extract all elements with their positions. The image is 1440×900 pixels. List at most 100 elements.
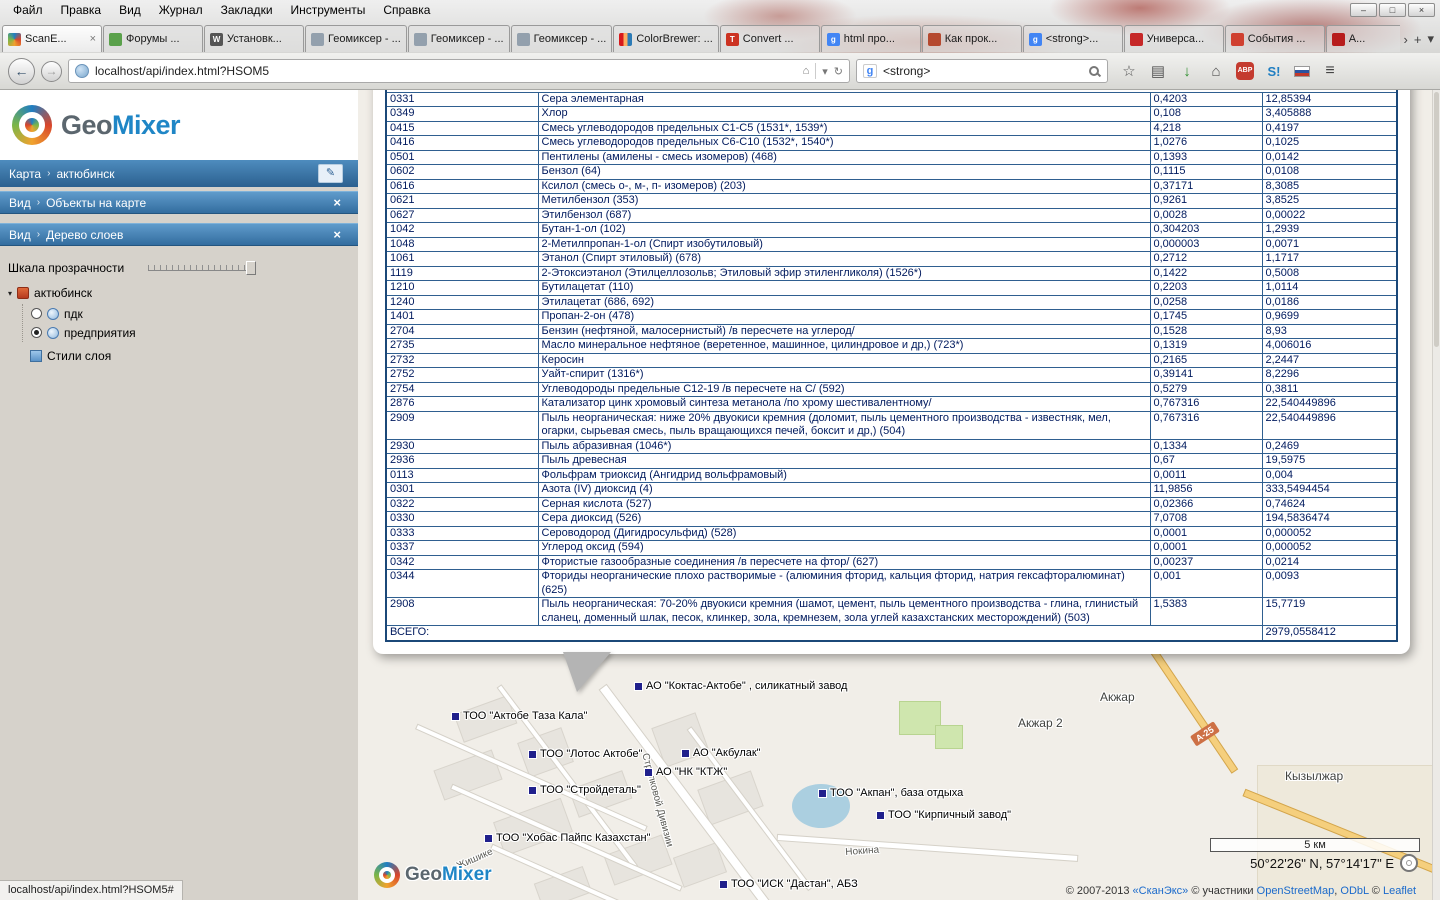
search-engine-icon[interactable]: g xyxy=(863,64,877,78)
maximize-button[interactable]: □ xyxy=(1379,3,1406,17)
enterprise-marker-icon[interactable] xyxy=(635,683,642,690)
enterprise-marker-icon[interactable] xyxy=(452,713,459,720)
tab[interactable]: ScanE... × xyxy=(2,25,102,52)
reload-icon[interactable]: ↻ xyxy=(834,65,843,78)
tab[interactable]: Геомиксер - ... × xyxy=(305,25,407,52)
site-identity-icon[interactable] xyxy=(75,64,89,78)
tab[interactable]: ColorBrewer: ... × xyxy=(613,25,718,52)
v-scrollbar[interactable] xyxy=(1432,90,1440,900)
search-icon[interactable] xyxy=(1088,65,1101,78)
enterprise-label[interactable]: АО "НК "КТЖ" xyxy=(645,766,727,778)
close-button[interactable]: × xyxy=(1408,3,1435,17)
attribution-part[interactable]: OpenStreetMap xyxy=(1257,885,1335,897)
back-button[interactable]: ← xyxy=(8,58,35,85)
home-icon[interactable]: ⌂ xyxy=(1207,63,1225,80)
enterprise-label[interactable]: ТОО "Актобе Таза Кала" xyxy=(452,710,587,722)
enterprise-marker-icon[interactable] xyxy=(877,812,884,819)
tree-root-label[interactable]: актюбинск xyxy=(34,286,92,300)
tab[interactable]: Форумы ... × xyxy=(103,25,203,52)
attribution-part[interactable]: Leaflet xyxy=(1383,885,1416,897)
panel-close-icon[interactable]: × xyxy=(333,227,341,242)
breadcrumb-map-bar[interactable]: Карта › актюбинск ✎ xyxy=(0,160,358,187)
tree-styles-label[interactable]: Стили слоя xyxy=(47,349,111,363)
code-cell: 2909 xyxy=(386,411,538,439)
radio-button[interactable] xyxy=(31,308,42,319)
menu-item[interactable]: Файл xyxy=(4,1,52,19)
table-row: 2754 Углеводороды предельные С12-19 /в п… xyxy=(386,382,1397,397)
minimize-button[interactable]: – xyxy=(1350,3,1377,17)
enterprise-marker-icon[interactable] xyxy=(682,750,689,757)
enterprise-label[interactable]: ТОО "Кирпичный завод" xyxy=(877,809,1011,821)
list-all-tabs-icon[interactable]: ▾ xyxy=(1427,31,1434,47)
tree-layer-item[interactable]: предприятия xyxy=(31,323,358,342)
bookmark-star-icon[interactable]: ☆ xyxy=(1120,62,1138,80)
tree-expander-icon[interactable]: ▾ xyxy=(8,289,12,298)
opacity-slider[interactable] xyxy=(148,260,256,276)
tab[interactable]: А... × xyxy=(1326,25,1400,52)
enterprise-marker-icon[interactable] xyxy=(720,881,727,888)
enterprise-label[interactable]: ТОО "Акпан", база отдыха xyxy=(819,787,963,799)
menu-item[interactable]: Журнал xyxy=(150,1,212,19)
menu-item[interactable]: Вид xyxy=(110,1,150,19)
enterprise-label[interactable]: АО "Акбулак" xyxy=(682,747,761,759)
downloads-icon[interactable]: ↓ xyxy=(1178,63,1196,80)
enterprise-label-text: ТОО "Актобе Таза Кала" xyxy=(463,710,587,722)
panel-header-layers[interactable]: Вид › Дерево слоев × xyxy=(0,223,358,246)
tab[interactable]: Геомиксер - ... × xyxy=(511,25,613,52)
enterprise-label[interactable]: ТОО "Стройдеталь" xyxy=(529,784,641,796)
url-bar[interactable]: localhost/api/index.html?HSOM5 ⌂ ▾ ↻ xyxy=(68,59,850,83)
menu-item[interactable]: Инструменты xyxy=(282,1,375,19)
enterprise-label[interactable]: ТОО "Лотос Актобе" xyxy=(529,748,643,760)
locate-icon[interactable] xyxy=(1400,854,1418,872)
tab[interactable]: W Установк... × xyxy=(204,25,304,52)
enterprise-marker-icon[interactable] xyxy=(529,751,536,758)
s-extension-icon[interactable]: S! xyxy=(1265,64,1283,79)
tree-layer-label[interactable]: пдк xyxy=(64,307,83,321)
panel-close-icon[interactable]: × xyxy=(333,195,341,210)
enterprise-label[interactable]: ТОО "ИСК "Дастан", АБЗ xyxy=(720,878,858,890)
tab-close-icon[interactable]: × xyxy=(90,33,96,45)
attribution-part[interactable]: «СканЭкс» xyxy=(1133,885,1189,897)
attribution-part[interactable]: © участники xyxy=(1188,885,1256,897)
tab[interactable]: g html про... × xyxy=(821,25,921,52)
tree-root-item[interactable]: ▾ актюбинск xyxy=(8,286,358,300)
enterprise-label[interactable]: АО "Коктас-Актобе" , силикатный завод xyxy=(635,680,847,692)
url-text[interactable]: localhost/api/index.html?HSOM5 xyxy=(95,64,797,78)
tab-scroll-right-icon[interactable]: › xyxy=(1404,32,1408,47)
attribution-part[interactable]: © 2007-2013 xyxy=(1066,885,1133,897)
radio-button[interactable] xyxy=(31,327,42,338)
enterprise-marker-icon[interactable] xyxy=(819,790,826,797)
enterprise-label[interactable]: ТОО "Хобас Пайпс Казахстан" xyxy=(485,832,650,844)
tab[interactable]: g <strong>... × xyxy=(1023,25,1123,52)
flag-icon[interactable] xyxy=(1294,66,1310,77)
tree-styles-item[interactable]: Стили слоя xyxy=(30,346,358,365)
edit-map-icon[interactable]: ✎ xyxy=(318,164,343,183)
home-shortcut-icon[interactable]: ⌂ xyxy=(803,65,810,77)
menu-item[interactable]: Справка xyxy=(374,1,439,19)
search-input[interactable]: <strong> xyxy=(883,64,1082,78)
tab[interactable]: События ... × xyxy=(1225,25,1325,52)
tab[interactable]: T Convert ... × xyxy=(720,25,820,52)
tab[interactable]: Как прок... × xyxy=(922,25,1022,52)
enterprise-marker-icon[interactable] xyxy=(645,769,652,776)
tree-layer-item[interactable]: пдк xyxy=(31,304,358,323)
tab[interactable]: Геомиксер - ... × xyxy=(408,25,510,52)
history-icon[interactable]: ▤ xyxy=(1149,62,1167,80)
new-tab-button[interactable]: + xyxy=(1414,32,1422,47)
enterprise-marker-icon[interactable] xyxy=(529,787,536,794)
menu-item[interactable]: Правка xyxy=(52,1,111,19)
attribution-part[interactable]: ODbL xyxy=(1340,885,1368,897)
panel-header-objects[interactable]: Вид › Объекты на карте × xyxy=(0,191,358,214)
enterprise-marker-icon[interactable] xyxy=(485,835,492,842)
scrollbar-thumb[interactable] xyxy=(1434,92,1439,347)
search-bar[interactable]: g <strong> xyxy=(856,59,1108,83)
forward-button[interactable]: → xyxy=(41,61,62,82)
menu-item[interactable]: Закладки xyxy=(212,1,282,19)
url-dropdown-icon[interactable]: ▾ xyxy=(822,65,828,78)
tree-layer-label[interactable]: предприятия xyxy=(64,326,136,340)
attribution-part[interactable]: © xyxy=(1369,885,1383,897)
tab[interactable]: Универса... × xyxy=(1124,25,1224,52)
app-menu-icon[interactable]: ≡ xyxy=(1321,62,1339,80)
adblock-icon[interactable]: ABP xyxy=(1236,62,1254,80)
opacity-slider-thumb[interactable] xyxy=(246,261,256,275)
